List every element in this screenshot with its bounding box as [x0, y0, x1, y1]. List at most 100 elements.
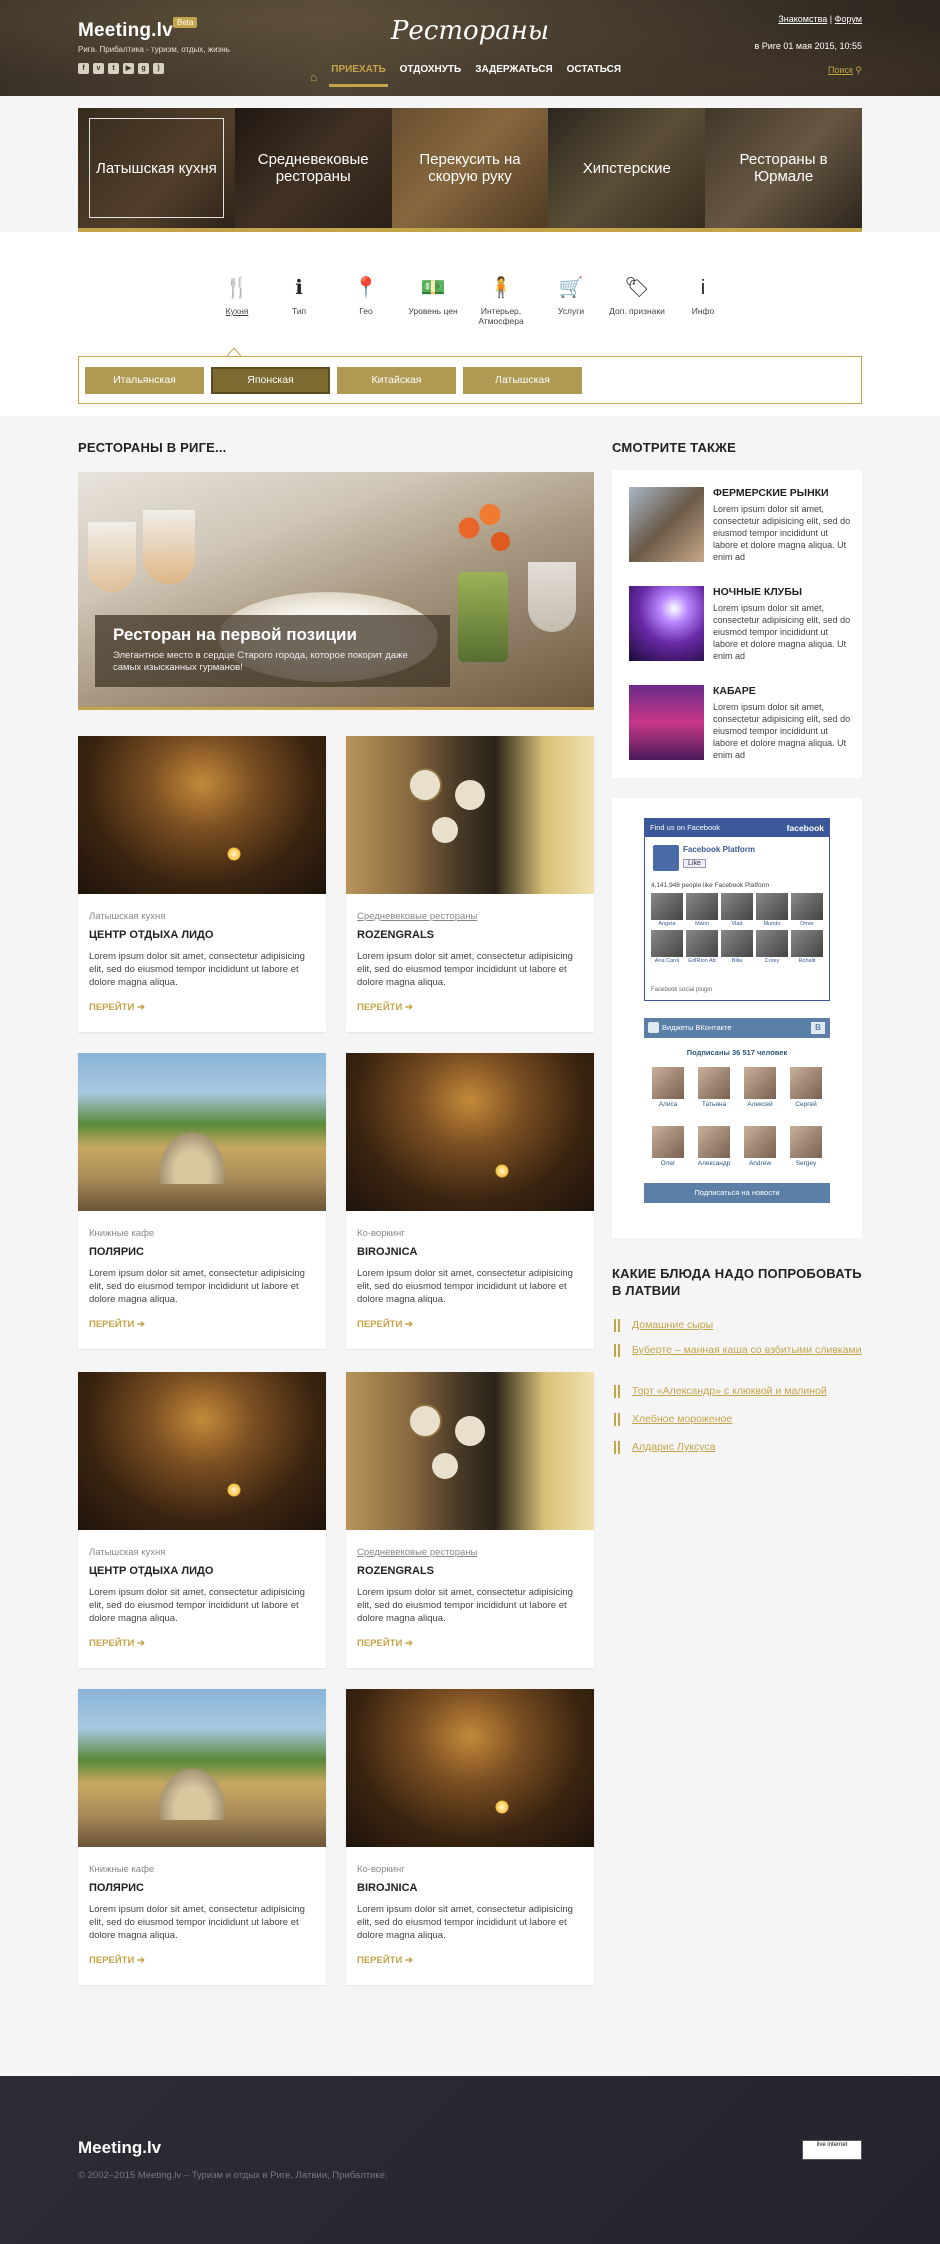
twitter-icon[interactable]: t	[108, 63, 119, 74]
read-more-link[interactable]: ПЕРЕЙТИ ➔	[357, 1319, 413, 1330]
restaurant-card[interactable]: Ко-воркинг BIROJNICA Lorem ipsum dolor sit…	[346, 1689, 594, 1985]
subtab-chinese[interactable]: Китайская	[337, 367, 456, 394]
category-fastfood[interactable]: Перекусить на скорую руку	[391, 108, 549, 228]
facebook-icon[interactable]: f	[78, 63, 89, 74]
see-also-item-title[interactable]: КАБАРЕ	[713, 685, 756, 697]
vk-member[interactable]: Татьяна	[696, 1067, 732, 1108]
restaurant-photo[interactable]	[78, 1053, 326, 1211]
restaurant-name[interactable]: BIROJNICA	[357, 1882, 418, 1894]
dish-link[interactable]: Домашние сыры	[612, 1318, 872, 1333]
restaurant-card[interactable]: Ко-воркинг BIROJNICA Lorem ipsum dolor sit…	[346, 1053, 594, 1349]
facebook-page-name[interactable]: Facebook Platform	[683, 845, 755, 854]
filter-price[interactable]: 💵 Уровень цен	[398, 274, 468, 316]
restaurant-name[interactable]: ЦЕНТР ОТДЫХА ЛИДО	[89, 1565, 213, 1577]
restaurant-card[interactable]: Книжные кафе ПОЛЯРИС Lorem ipsum dolor sit…	[78, 1053, 326, 1349]
filter-geo[interactable]: 📍 Гео	[331, 274, 401, 316]
read-more-link[interactable]: ПЕРЕЙТИ ➔	[89, 1319, 145, 1330]
restaurant-photo[interactable]	[346, 736, 594, 894]
filter-info[interactable]: i Инфо	[668, 274, 738, 316]
nav-remain[interactable]: ОСТАТЬСЯ	[567, 64, 621, 89]
restaurant-name[interactable]: ROZENGRALS	[357, 929, 434, 941]
category-medieval[interactable]: Средневековые рестораны	[234, 108, 392, 228]
dish-link[interactable]: Алдарис Луксуса	[612, 1440, 872, 1455]
see-also-item[interactable]: КАБАРЕ Lorem ipsum dolor sit amet, conse…	[629, 685, 850, 765]
filter-extra[interactable]: 🏷 Доп. признаки	[602, 274, 672, 316]
facebook-fan[interactable]: Mann	[686, 893, 718, 927]
read-more-link[interactable]: ПЕРЕЙТИ ➔	[89, 1638, 145, 1649]
dish-link[interactable]: Торт «Александр» с клюквой и малиной	[612, 1384, 872, 1399]
restaurant-card[interactable]: Латышская кухня ЦЕНТР ОТДЫХА ЛИДО Lorem ip…	[78, 736, 326, 1032]
restaurant-photo[interactable]	[346, 1372, 594, 1530]
restaurant-photo[interactable]	[78, 1372, 326, 1530]
restaurant-photo[interactable]	[78, 1689, 326, 1847]
filter-cuisine[interactable]: 🍴 Кухня	[202, 274, 272, 316]
restaurant-name[interactable]: ПОЛЯРИС	[89, 1246, 144, 1258]
home-icon[interactable]: ⌂	[310, 70, 317, 84]
vk-member[interactable]: Алексей	[742, 1067, 778, 1108]
read-more-link[interactable]: ПЕРЕЙТИ ➔	[357, 1002, 413, 1013]
facebook-fan[interactable]: Mundo	[756, 893, 788, 927]
see-also-item-title[interactable]: ФЕРМЕРСКИЕ РЫНКИ	[713, 487, 829, 499]
rss-icon[interactable]: )	[153, 63, 164, 74]
vk-icon[interactable]: v	[93, 63, 104, 74]
restaurant-name[interactable]: ПОЛЯРИС	[89, 1882, 144, 1894]
restaurant-photo[interactable]	[346, 1053, 594, 1211]
subtab-italian[interactable]: Итальянская	[85, 367, 204, 394]
read-more-link[interactable]: ПЕРЕЙТИ ➔	[89, 1955, 145, 1966]
vk-member[interactable]: Александр	[696, 1126, 732, 1167]
liveinternet-counter[interactable]: live internet	[802, 2140, 862, 2160]
facebook-like-button[interactable]: Like	[683, 859, 706, 868]
facebook-fan[interactable]: Vlad	[721, 893, 753, 927]
read-more-link[interactable]: ПЕРЕЙТИ ➔	[357, 1638, 413, 1649]
dish-link[interactable]: Буберте – манная каша со взбитыми сливка…	[612, 1343, 872, 1358]
youtube-icon[interactable]: ▶	[123, 63, 134, 74]
facebook-fan[interactable]: Corey	[756, 930, 788, 964]
restaurant-name[interactable]: BIROJNICA	[357, 1246, 418, 1258]
google-icon[interactable]: g	[138, 63, 149, 74]
restaurant-card[interactable]: Средневековые рестораны ROZENGRALS Lorem i…	[346, 1372, 594, 1668]
see-also-item[interactable]: ФЕРМЕРСКИЕ РЫНКИ Lorem ipsum dolor sit a…	[629, 487, 850, 567]
hero-feature[interactable]: Ресторан на первой позиции Элегантное ме…	[78, 472, 594, 710]
facebook-fan[interactable]: Ana Carol	[651, 930, 683, 964]
category-jurmala[interactable]: Рестораны в Юрмале	[705, 108, 862, 228]
restaurant-photo[interactable]	[78, 736, 326, 894]
restaurant-category[interactable]: Средневековые рестораны	[357, 1547, 477, 1558]
restaurant-category[interactable]: Средневековые рестораны	[357, 911, 477, 922]
search-link[interactable]: Поиск ⚲	[828, 65, 862, 76]
category-hipster[interactable]: Хипстерские	[548, 108, 706, 228]
filter-services[interactable]: 🛒 Услуги	[536, 274, 606, 316]
restaurant-name[interactable]: ROZENGRALS	[357, 1565, 434, 1577]
filter-interior[interactable]: 🧍 Интерьер, Атмосфера	[466, 274, 536, 326]
restaurant-card[interactable]: Книжные кафе ПОЛЯРИС Lorem ipsum dolor sit…	[78, 1689, 326, 1985]
facebook-fan[interactable]: Rohalit	[791, 930, 823, 964]
link-forum[interactable]: Форум	[835, 14, 862, 24]
filter-type[interactable]: ℹ Тип	[264, 274, 334, 316]
facebook-page-avatar[interactable]	[653, 845, 679, 871]
nav-stay[interactable]: ЗАДЕРЖАТЬСЯ	[475, 64, 552, 89]
dish-link[interactable]: Хлебное мороженое	[612, 1412, 872, 1427]
vk-member[interactable]: Алиса	[650, 1067, 686, 1108]
subtab-japanese[interactable]: Японская	[211, 367, 330, 394]
read-more-link[interactable]: ПЕРЕЙТИ ➔	[357, 1955, 413, 1966]
footer-logo[interactable]: Meeting.lv	[78, 2138, 161, 2158]
vk-member[interactable]: Олег	[650, 1126, 686, 1167]
read-more-link[interactable]: ПЕРЕЙТИ ➔	[89, 1002, 145, 1013]
link-dating[interactable]: Знакомства	[778, 14, 827, 24]
see-also-item-title[interactable]: НОЧНЫЕ КЛУБЫ	[713, 586, 802, 598]
restaurant-name[interactable]: ЦЕНТР ОТДЫХА ЛИДО	[89, 929, 213, 941]
vk-member[interactable]: Andrew	[742, 1126, 778, 1167]
restaurant-card[interactable]: Средневековые рестораны ROZENGRALS Lorem i…	[346, 736, 594, 1032]
nav-relax[interactable]: ОТДОХНУТЬ	[400, 64, 462, 89]
category-latvian[interactable]: Латышская кухня	[78, 108, 235, 228]
vk-member[interactable]: Sergey	[788, 1126, 824, 1167]
facebook-fan[interactable]: EdIRion Att	[686, 930, 718, 964]
facebook-fan[interactable]: Angela	[651, 893, 683, 927]
vk-subscribe-button[interactable]: Подписаться на новости	[644, 1183, 830, 1203]
hero-title[interactable]: Ресторан на первой позиции	[113, 625, 432, 645]
restaurant-card[interactable]: Латышская кухня ЦЕНТР ОТДЫХА ЛИДО Lorem ip…	[78, 1372, 326, 1668]
facebook-fan[interactable]: Omer	[791, 893, 823, 927]
nav-arrive[interactable]: ПРИЕХАТЬ	[329, 64, 389, 89]
subtab-latvian[interactable]: Латышская	[463, 367, 582, 394]
restaurant-photo[interactable]	[346, 1689, 594, 1847]
facebook-fan[interactable]: Bilia	[721, 930, 753, 964]
